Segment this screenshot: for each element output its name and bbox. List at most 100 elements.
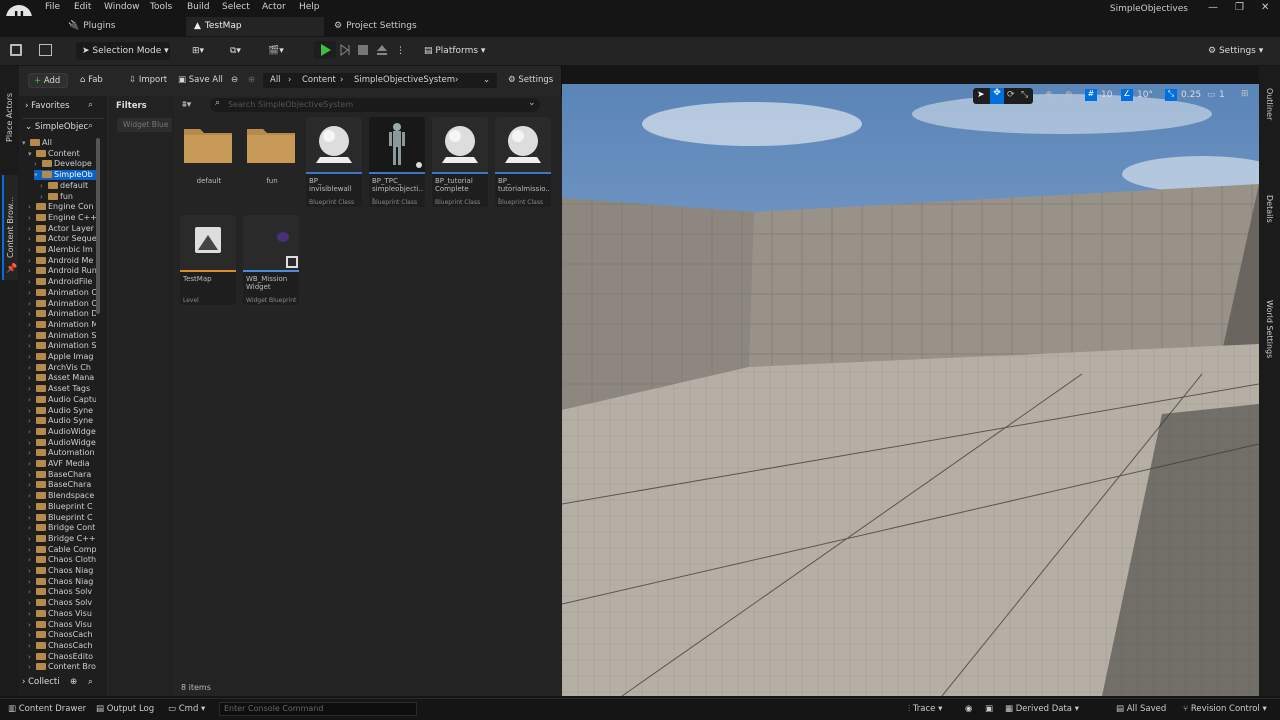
record-icon[interactable]: ◉: [965, 703, 972, 715]
chevron-down-icon[interactable]: ⌄: [528, 98, 536, 108]
chevron-right-icon[interactable]: ›: [28, 363, 36, 373]
blueprint-icon[interactable]: ⧉▾: [230, 42, 252, 60]
chevron-right-icon[interactable]: ›: [28, 513, 36, 523]
save-icon[interactable]: [10, 44, 22, 56]
tree-item[interactable]: › BaseChara: [28, 480, 96, 490]
revision-control-button[interactable]: ⑂ Revision Control ▾: [1183, 703, 1267, 715]
tree-item[interactable]: › ChaosCach: [28, 630, 96, 640]
tree-item[interactable]: › Asset Tags: [28, 384, 96, 394]
move-tool-icon[interactable]: ✥: [990, 88, 1004, 104]
menu-item-tools[interactable]: Tools: [150, 2, 172, 12]
chevron-right-icon[interactable]: ›: [28, 470, 36, 480]
chevron-right-icon[interactable]: ›: [28, 320, 36, 330]
tree-item[interactable]: › BaseChara: [28, 470, 96, 480]
outliner-tab[interactable]: Outliner: [1265, 88, 1274, 128]
tree-item[interactable]: › AudioWidge: [28, 438, 96, 448]
tree-item[interactable]: › default: [40, 181, 96, 191]
tree-item[interactable]: › Automation: [28, 448, 96, 458]
tree-item[interactable]: › Animation S: [28, 341, 96, 351]
play-options-icon[interactable]: ⋮: [396, 42, 405, 60]
chevron-right-icon[interactable]: ›: [28, 331, 36, 341]
chevron-right-icon[interactable]: ›: [28, 277, 36, 287]
chevron-right-icon[interactable]: ›: [28, 448, 36, 458]
filter-chip-widget-blueprint[interactable]: Widget Blue: [117, 118, 172, 132]
tree-item[interactable]: › Bridge Cont: [28, 523, 96, 533]
tree-item[interactable]: › Cable Comp: [28, 545, 96, 555]
tree-item[interactable]: › Animation M: [28, 320, 96, 330]
chevron-right-icon[interactable]: ›: [28, 545, 36, 555]
collections-header[interactable]: › Collecti ⊕ ⌕: [22, 677, 106, 690]
asset-tile[interactable]: default: [180, 117, 236, 207]
rotate-tool-icon[interactable]: ⟳: [1007, 90, 1015, 100]
pin-icon[interactable]: 📌: [6, 264, 17, 274]
trace-dropdown[interactable]: ⫶ Trace ▾: [908, 703, 942, 715]
chevron-right-icon[interactable]: ›: [28, 406, 36, 416]
cmd-dropdown[interactable]: ▭ Cmd ▾: [168, 703, 205, 715]
fab-button[interactable]: ⌂ Fab: [80, 73, 103, 88]
content-drawer-button[interactable]: ▥ Content Drawer: [8, 703, 86, 715]
all-saved-button[interactable]: ▤ All Saved: [1116, 703, 1166, 715]
minimize-icon[interactable]: —: [1208, 2, 1218, 13]
tree-item[interactable]: › AudioWidge: [28, 427, 96, 437]
tree-item[interactable]: › fun: [40, 192, 96, 202]
tree-item[interactable]: › Chaos Niag: [28, 577, 96, 587]
details-tab[interactable]: Details: [1265, 195, 1274, 231]
tree-item[interactable]: › Blueprint C: [28, 513, 96, 523]
chevron-right-icon[interactable]: ›: [28, 609, 36, 619]
tree-item[interactable]: › Audio Syne: [28, 406, 96, 416]
tab-project-settings[interactable]: ⚙ Project Settings: [326, 17, 446, 36]
chevron-right-icon[interactable]: ›: [40, 192, 48, 202]
scale-tool-icon[interactable]: ⤡: [1021, 90, 1028, 100]
back-icon[interactable]: ⊖: [231, 73, 238, 88]
level-viewport[interactable]: [562, 84, 1259, 696]
tree-item[interactable]: › Android Me: [28, 256, 96, 266]
tree-item[interactable]: › Audio Syne: [28, 416, 96, 426]
chevron-right-icon[interactable]: ›: [34, 159, 42, 169]
chevron-right-icon[interactable]: ›: [28, 309, 36, 319]
rotation-snap-value[interactable]: 10°: [1137, 90, 1153, 100]
tree-item[interactable]: › Animation S: [28, 331, 96, 341]
world-settings-tab[interactable]: World Settings: [1265, 300, 1274, 364]
chevron-down-icon[interactable]: ▾: [34, 170, 42, 180]
chevron-right-icon[interactable]: ›: [28, 630, 36, 640]
tree-item[interactable]: › Chaos Niag: [28, 566, 96, 576]
add-button[interactable]: + Add: [28, 73, 68, 88]
asset-search-input[interactable]: ⌕ Search SimpleObjectiveSystem ⌄: [210, 98, 540, 112]
tree-item[interactable]: › Animation C: [28, 299, 96, 309]
surface-snap-icon[interactable]: ⊛: [1065, 90, 1073, 100]
tree-item[interactable]: › Engine Con: [28, 202, 96, 212]
tree-item[interactable]: › Audio Captu: [28, 395, 96, 405]
place-actors-tab[interactable]: Place Actors: [5, 72, 14, 142]
menu-item-build[interactable]: Build: [187, 2, 210, 12]
root-folder-header[interactable]: ⌄ SimpleObjec: [25, 122, 88, 132]
chevron-right-icon[interactable]: ›: [28, 213, 36, 223]
tree-item[interactable]: › Apple Imag: [28, 352, 96, 362]
chevron-right-icon[interactable]: ›: [28, 491, 36, 501]
asset-tile[interactable]: WB_Mission Widget Widget Blueprint: [243, 215, 299, 305]
chevron-right-icon[interactable]: ›: [28, 566, 36, 576]
selection-mode-dropdown[interactable]: ➤ Selection Mode ▾: [76, 42, 170, 60]
chevron-right-icon[interactable]: ›: [28, 577, 36, 587]
tree-item[interactable]: › Alembic Im: [28, 245, 96, 255]
tree-item[interactable]: › ArchVis Ch: [28, 363, 96, 373]
chevron-right-icon[interactable]: ›: [28, 620, 36, 630]
menu-item-window[interactable]: Window: [104, 2, 140, 12]
tab-testmap[interactable]: ▲ TestMap: [186, 17, 324, 36]
tree-item[interactable]: › Asset Mana: [28, 373, 96, 383]
tree-item[interactable]: › Develope: [34, 159, 96, 169]
chevron-down-icon[interactable]: ▾: [28, 149, 36, 159]
filter-icon[interactable]: ⩩▾: [182, 100, 191, 110]
save-all-button[interactable]: ▣ Save All: [178, 73, 223, 88]
select-tool-icon[interactable]: ➤: [977, 90, 985, 100]
tree-item[interactable]: › AndroidFile: [28, 277, 96, 287]
scale-snap-icon[interactable]: ⤡: [1165, 89, 1177, 101]
close-icon[interactable]: ✕: [1261, 2, 1269, 13]
chevron-right-icon[interactable]: ›: [28, 299, 36, 309]
asset-tile[interactable]: fun: [243, 117, 299, 207]
chevron-right-icon[interactable]: ›: [28, 641, 36, 651]
browse-icon[interactable]: [39, 44, 52, 56]
chevron-right-icon[interactable]: ›: [28, 652, 36, 662]
search-icon[interactable]: ⌕: [88, 677, 93, 687]
camera-icon[interactable]: ▣: [985, 703, 993, 715]
tree-scrollbar[interactable]: [96, 138, 100, 314]
